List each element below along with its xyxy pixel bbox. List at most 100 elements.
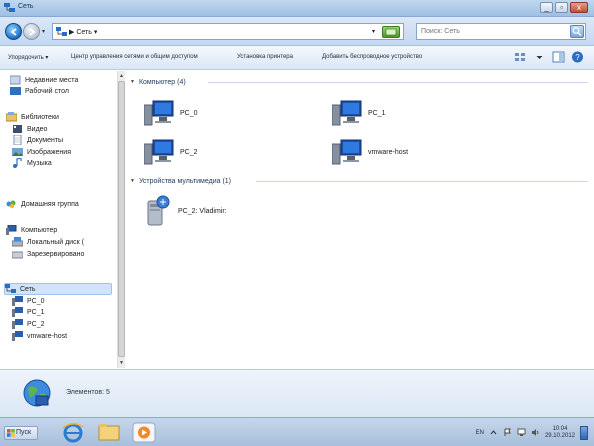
chevron-up-icon[interactable] xyxy=(489,428,498,437)
organize-button[interactable]: Упорядочить ▾ xyxy=(8,54,48,61)
nav-item-label: PC_0 xyxy=(27,297,45,305)
media-player-icon[interactable] xyxy=(131,421,157,444)
window-controls: _ ▫ x xyxy=(540,2,588,13)
device-vmware-host[interactable]: vmware-host xyxy=(332,138,408,166)
nav-item-local-disk[interactable]: Локальный диск ( xyxy=(12,236,84,248)
scrollbar-thumb[interactable] xyxy=(118,81,125,357)
nav-item-pc1[interactable]: PC_1 xyxy=(12,306,45,318)
group-header-computers[interactable]: ▼ Компьютер (4) xyxy=(130,77,186,87)
address-field[interactable]: ▶ Сеть ▾ ▾ xyxy=(52,23,404,40)
start-button[interactable]: Пуск xyxy=(4,426,38,440)
nav-item-documents[interactable]: Документы xyxy=(12,134,63,146)
nav-item-vmware-host[interactable]: vmware-host xyxy=(12,330,67,342)
close-button[interactable]: x xyxy=(570,2,588,13)
network-icon xyxy=(5,284,16,293)
nav-item-label: Домашняя группа xyxy=(21,200,79,208)
group-divider xyxy=(256,181,588,182)
nav-item-network[interactable]: Сеть xyxy=(4,283,112,295)
scroll-down-arrow-icon[interactable]: ▼ xyxy=(118,359,125,367)
search-input[interactable] xyxy=(417,24,567,39)
nav-item-reserved[interactable]: Зарезервировано xyxy=(12,248,84,260)
recent-pages-dropdown[interactable]: ▾ xyxy=(42,28,45,35)
network-center-button[interactable]: Центр управления сетями и общим доступом xyxy=(71,54,198,60)
help-icon[interactable]: ? xyxy=(571,51,584,63)
computer-icon xyxy=(12,319,23,329)
flag-icon[interactable] xyxy=(503,428,512,437)
navigation-scrollbar[interactable]: ▲ ▼ xyxy=(117,71,125,368)
computer-icon xyxy=(12,331,23,341)
views-icon[interactable] xyxy=(514,51,527,63)
device-label: PC_0 xyxy=(180,109,198,117)
address-dropdown[interactable]: ▾ xyxy=(372,28,375,35)
breadcrumb-network[interactable]: Сеть xyxy=(76,29,92,36)
internet-explorer-icon[interactable] xyxy=(60,421,86,444)
title-bar: Сеть _ ▫ x xyxy=(0,0,594,17)
images-icon xyxy=(12,148,23,156)
item-count: Элементов: 5 xyxy=(66,389,110,396)
search-button[interactable] xyxy=(570,25,584,38)
music-icon xyxy=(13,158,22,168)
nav-item-computer[interactable]: Компьютер xyxy=(6,224,57,236)
nav-item-label: Музыка xyxy=(27,159,52,167)
breadcrumb-chevron[interactable]: ▾ xyxy=(94,29,98,36)
command-bar: Упорядочить ▾ Центр управления сетями и … xyxy=(0,46,594,70)
nav-item-label: Видео xyxy=(27,125,48,133)
computer-icon xyxy=(12,296,23,306)
desktop-icon xyxy=(10,87,21,95)
computer-icon xyxy=(332,139,362,165)
computer-icon xyxy=(144,100,174,126)
system-tray: EN 10:04 29.10.2012 xyxy=(476,424,588,441)
device-pc0[interactable]: PC_0 xyxy=(144,99,198,127)
breadcrumb-root-chevron[interactable]: ▶ xyxy=(69,29,74,36)
nav-item-label: Зарезервировано xyxy=(27,250,85,258)
minimize-button[interactable]: _ xyxy=(540,2,553,13)
video-icon xyxy=(13,125,22,133)
restore-button[interactable]: ▫ xyxy=(555,2,568,13)
scroll-up-arrow-icon[interactable]: ▲ xyxy=(118,72,125,80)
back-button[interactable] xyxy=(5,23,22,40)
collapse-chevron-icon[interactable]: ▼ xyxy=(130,178,135,184)
homegroup-icon xyxy=(6,200,16,209)
arrow-left-icon xyxy=(10,28,17,36)
nav-item-libraries[interactable]: Библиотеки xyxy=(6,111,59,123)
show-desktop-button[interactable] xyxy=(580,425,588,440)
clock[interactable]: 10:04 29.10.2012 xyxy=(545,426,575,440)
address-bar-row: ▾ ▶ Сеть ▾ ▾ xyxy=(0,17,594,46)
collapse-chevron-icon[interactable]: ▼ xyxy=(130,79,135,85)
windows-logo-icon xyxy=(7,429,15,437)
forward-button[interactable] xyxy=(23,23,40,40)
clock-date: 29.10.2012 xyxy=(544,432,575,439)
group-header-media[interactable]: ▼ Устройства мультимедиа (1) xyxy=(130,176,231,186)
device-media-pc2[interactable]: PC_2: Vladimir: xyxy=(144,195,227,227)
chevron-down-icon[interactable] xyxy=(533,51,546,63)
network-icon xyxy=(4,3,15,12)
window-title: Сеть xyxy=(18,3,34,10)
computer-icon xyxy=(332,100,362,126)
nav-item-homegroup[interactable]: Домашняя группа xyxy=(6,198,79,210)
group-title: Компьютер (4) xyxy=(138,78,186,86)
media-server-icon xyxy=(147,195,170,226)
preview-pane-icon[interactable] xyxy=(552,51,565,63)
nav-item-pc2[interactable]: PC_2 xyxy=(12,318,45,330)
language-indicator[interactable]: EN xyxy=(476,430,484,436)
svg-text:?: ? xyxy=(575,53,580,62)
documents-icon xyxy=(13,135,22,145)
search-box[interactable] xyxy=(416,23,586,40)
nav-item-label: Сеть xyxy=(20,285,36,293)
computer-icon xyxy=(12,307,23,317)
device-label: PC_2: Vladimir: xyxy=(178,207,227,215)
device-pc1[interactable]: PC_1 xyxy=(332,99,386,127)
explorer-folder-icon[interactable] xyxy=(96,421,122,444)
volume-icon[interactable] xyxy=(531,428,540,437)
drive-icon xyxy=(12,251,23,259)
group-divider xyxy=(208,82,588,83)
network-tray-icon[interactable] xyxy=(517,428,526,437)
breadcrumb[interactable]: ▶ Сеть ▾ xyxy=(69,28,97,36)
refresh-button[interactable] xyxy=(382,26,400,38)
add-printer-button[interactable]: Установка принтера xyxy=(237,54,293,60)
add-wireless-device-button[interactable]: Добавить беспроводное устройство xyxy=(322,54,422,60)
nav-item-music[interactable]: Музыка xyxy=(12,157,52,169)
nav-item-desktop[interactable]: Рабочий стол xyxy=(10,85,69,97)
device-pc2[interactable]: PC_2 xyxy=(144,138,198,166)
nav-item-label: vmware-host xyxy=(27,332,68,340)
